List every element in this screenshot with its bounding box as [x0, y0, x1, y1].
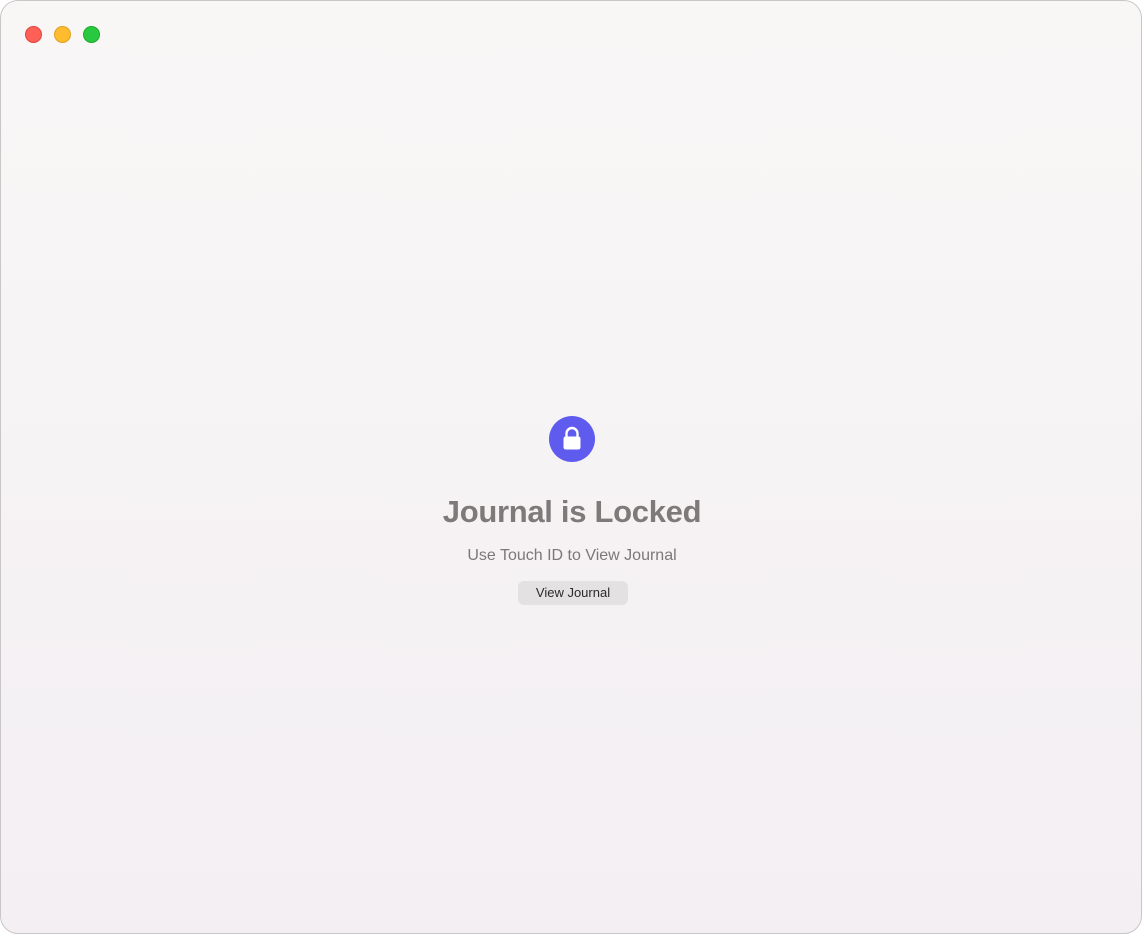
view-journal-button[interactable]: View Journal [518, 581, 628, 605]
locked-subtitle: Use Touch ID to View Journal [467, 547, 677, 564]
app-window: Journal is Locked Use Touch ID to View J… [0, 0, 1142, 934]
lock-icon [549, 416, 595, 462]
locked-panel: Journal is Locked Use Touch ID to View J… [1, 1, 1141, 933]
locked-title: Journal is Locked [442, 494, 702, 529]
lock-glyph [563, 426, 581, 450]
